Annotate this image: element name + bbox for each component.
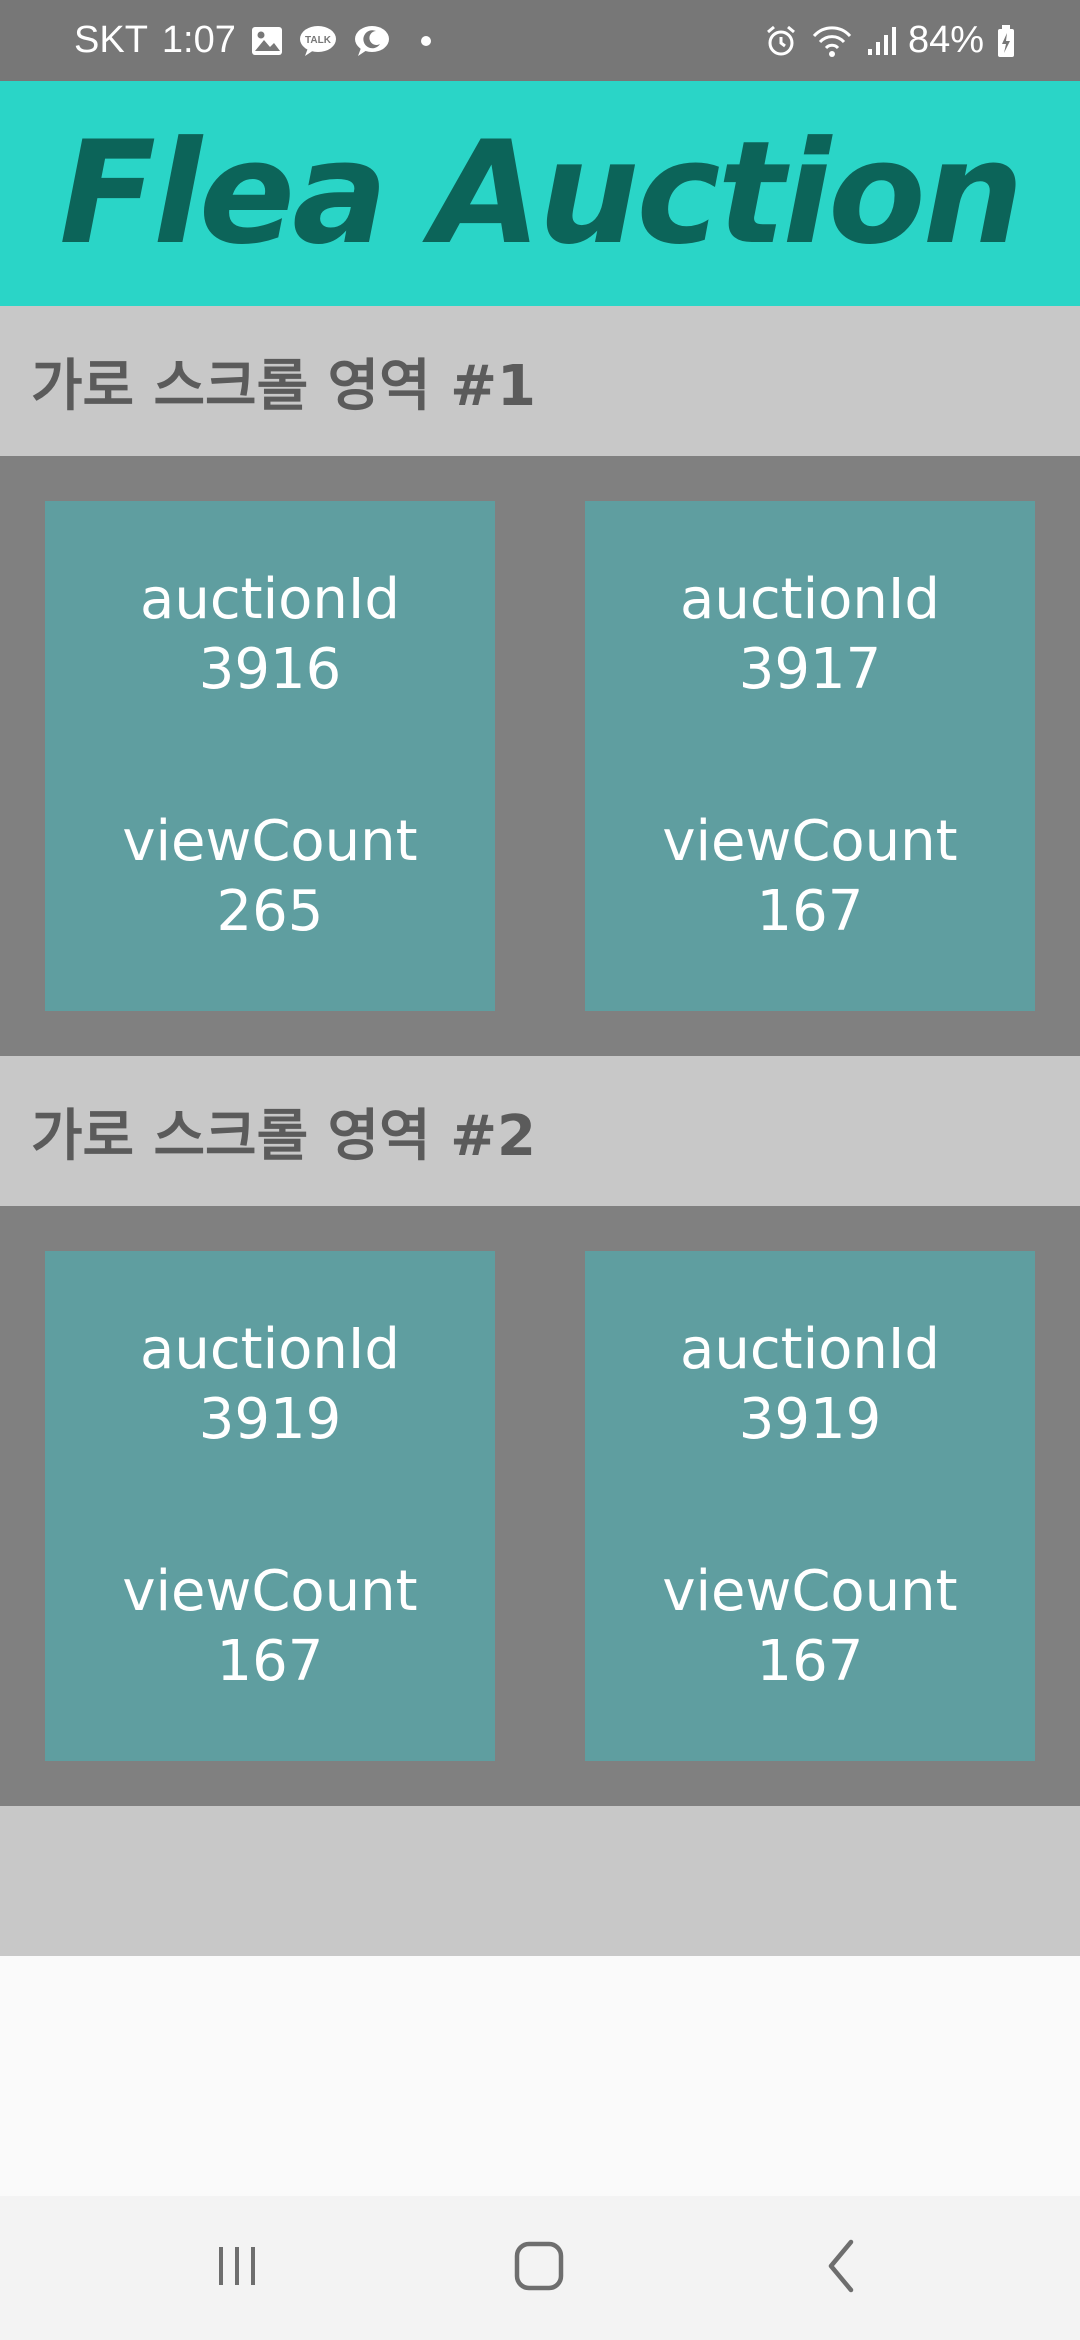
auction-id-label: auctionId [140,567,400,632]
section-header-1: 가로 스크롤 영역 #1 [0,306,1080,456]
auction-id-block: auctionId 3917 [585,565,1035,705]
recent-apps-button[interactable] [137,2196,337,2340]
auction-id-value: 3919 [198,1387,342,1452]
view-count-label: viewCount [122,1559,418,1624]
auction-id-block: auctionId 3919 [45,1315,495,1455]
battery-percent: 84% [907,19,984,61]
horizontal-scroll-area-1[interactable]: auctionId 3916 viewCount 265 auctionId 3… [0,456,1080,1056]
view-count-value: 167 [216,1629,324,1694]
kakaotalk-icon: TALK [298,24,338,58]
auction-id-value: 3916 [198,637,342,702]
section-title: 가로 스크롤 영역 #2 [31,1103,537,1169]
alarm-icon [764,24,798,58]
auction-id-value: 3919 [738,1387,882,1452]
clock-label: 1:07 [161,19,236,61]
battery-icon [996,24,1016,58]
back-button[interactable] [741,2196,941,2340]
auction-id-label: auctionId [140,1317,400,1382]
auction-id-label: auctionId [680,1317,940,1382]
carrier-label: SKT [74,19,148,61]
auction-card[interactable]: auctionId 3916 viewCount 265 [45,501,495,1011]
talk-text: TALK [305,35,332,46]
status-bar: SKT 1:07 TALK 84% [0,0,1080,81]
view-count-label: viewCount [662,1559,958,1624]
back-icon [821,2238,861,2299]
horizontal-scroll-area-2[interactable]: auctionId 3919 viewCount 167 auctionId 3… [0,1206,1080,1806]
auction-id-value: 3917 [738,637,882,702]
home-icon [513,2240,565,2297]
wifi-icon [810,24,854,58]
view-count-value: 167 [756,1629,864,1694]
gallery-icon [250,25,284,57]
view-count-block: viewCount 167 [45,1557,495,1697]
view-count-block: viewCount 265 [45,807,495,947]
signal-icon [866,25,896,57]
home-button[interactable] [439,2196,639,2340]
app-header: Flea Auction [0,81,1080,306]
dot-icon [420,35,432,47]
section-title: 가로 스크롤 영역 #1 [31,353,537,419]
auction-card[interactable]: auctionId 3919 viewCount 167 [45,1251,495,1761]
view-count-value: 167 [756,879,864,944]
auction-id-label: auctionId [680,567,940,632]
speech-bubble-icon [352,24,392,58]
view-count-label: viewCount [662,809,958,874]
recent-apps-icon [212,2241,262,2296]
view-count-value: 265 [216,879,324,944]
auction-id-block: auctionId 3916 [45,565,495,705]
view-count-block: viewCount 167 [585,807,1035,947]
view-count-block: viewCount 167 [585,1557,1035,1697]
section-header-2: 가로 스크롤 영역 #2 [0,1056,1080,1206]
empty-section-strip [0,1806,1080,1956]
auction-id-block: auctionId 3919 [585,1315,1035,1455]
app-title: Flea Auction [59,111,1024,276]
auction-card[interactable]: auctionId 3917 viewCount 167 [585,501,1035,1011]
view-count-label: viewCount [122,809,418,874]
auction-card[interactable]: auctionId 3919 viewCount 167 [585,1251,1035,1761]
navigation-bar [0,2196,1080,2340]
